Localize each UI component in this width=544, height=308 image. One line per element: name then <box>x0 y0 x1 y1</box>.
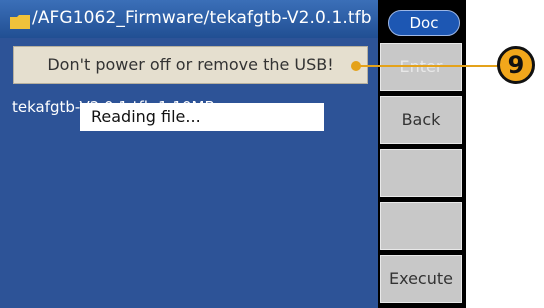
callout-number-badge: 9 <box>497 46 535 84</box>
blank-softkey-4[interactable] <box>380 202 462 250</box>
enter-softkey[interactable]: Enter <box>380 43 462 91</box>
callout-anchor-dot <box>351 61 361 71</box>
reading-file-popup: Reading file... <box>80 103 324 131</box>
callout-leader-line <box>356 65 506 67</box>
folder-icon <box>10 14 30 29</box>
usb-warning-banner: Don't power off or remove the USB! <box>13 46 368 84</box>
title-bar: /AFG1062_Firmware/tekafgtb-V2.0.1.tfb <box>0 0 378 38</box>
execute-softkey[interactable]: Execute <box>380 255 462 303</box>
back-softkey[interactable]: Back <box>380 96 462 144</box>
doc-mode-badge: Doc <box>388 10 460 36</box>
blank-softkey-3[interactable] <box>380 149 462 197</box>
file-path-title: /AFG1062_Firmware/tekafgtb-V2.0.1.tfb <box>32 8 372 28</box>
